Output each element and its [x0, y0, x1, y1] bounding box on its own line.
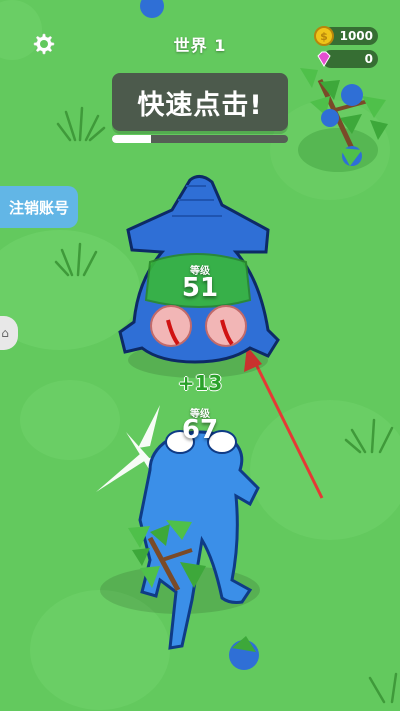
enemy-level-value: 51 — [181, 273, 219, 303]
game-screen[interactable]: { "hud": { "world_label": "世界 1", "coins… — [0, 0, 400, 711]
tap-progress-fill — [112, 135, 151, 143]
coin-count: 1000 — [339, 29, 373, 43]
tap-progress-bar — [112, 135, 288, 143]
tap-fast-banner: 快速点击! — [112, 73, 288, 131]
gem-count: 0 — [364, 52, 373, 66]
shop-icon: ⌂ — [1, 326, 9, 340]
logout-button[interactable]: 注销账号 — [0, 186, 78, 228]
gem-icon — [314, 49, 334, 69]
coin-icon: $ — [314, 26, 334, 46]
level-gain-text: +13 — [177, 371, 223, 395]
player-level-value: 67 — [181, 415, 219, 445]
